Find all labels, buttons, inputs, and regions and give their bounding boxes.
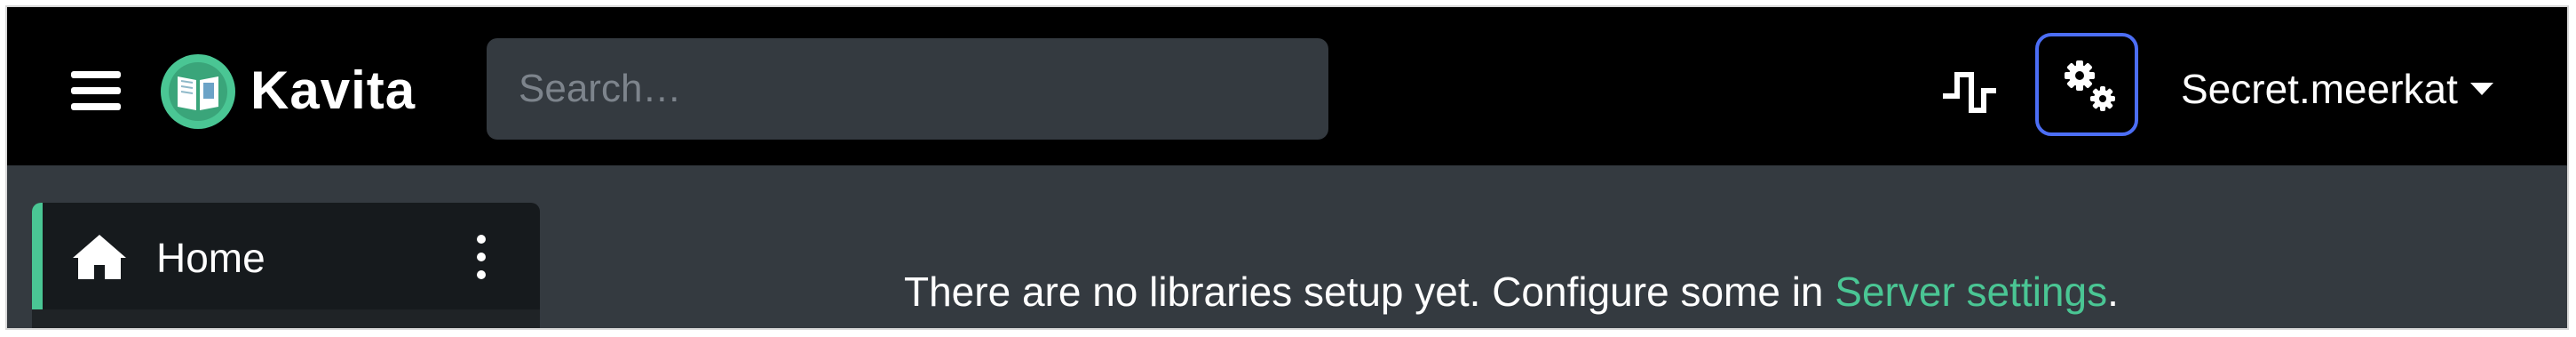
- server-settings-button[interactable]: [2035, 33, 2138, 136]
- caret-down-icon: [2469, 82, 2493, 95]
- gears-icon: [2065, 60, 2115, 111]
- username: Secret.meerkat: [2181, 66, 2458, 112]
- menu-icon[interactable]: [71, 71, 121, 110]
- kavita-logo-icon[interactable]: [160, 53, 236, 130]
- sidebar-panel: [32, 309, 540, 328]
- message-text: There are no libraries setup yet. Config…: [904, 269, 1835, 315]
- activity-icon[interactable]: [1941, 69, 1998, 116]
- sidebar-item-label: Home: [156, 235, 266, 281]
- brand-name[interactable]: Kavita: [250, 57, 416, 124]
- active-indicator: [32, 203, 43, 309]
- home-icon: [73, 235, 126, 279]
- message-period: .: [2107, 269, 2119, 315]
- user-menu-toggle[interactable]: Secret.meerkat: [2181, 64, 2493, 114]
- top-navbar: Kavita Search… Secret.meerkat: [7, 7, 2567, 165]
- server-settings-link[interactable]: Server settings: [1835, 269, 2107, 315]
- more-options-icon[interactable]: [472, 235, 490, 279]
- sidebar-item-home[interactable]: Home: [32, 203, 540, 309]
- search-input[interactable]: [487, 38, 1328, 140]
- app-window: Kavita Search… Secret.meerkat Home There…: [7, 7, 2567, 328]
- empty-libraries-message: There are no libraries setup yet. Config…: [904, 265, 2119, 318]
